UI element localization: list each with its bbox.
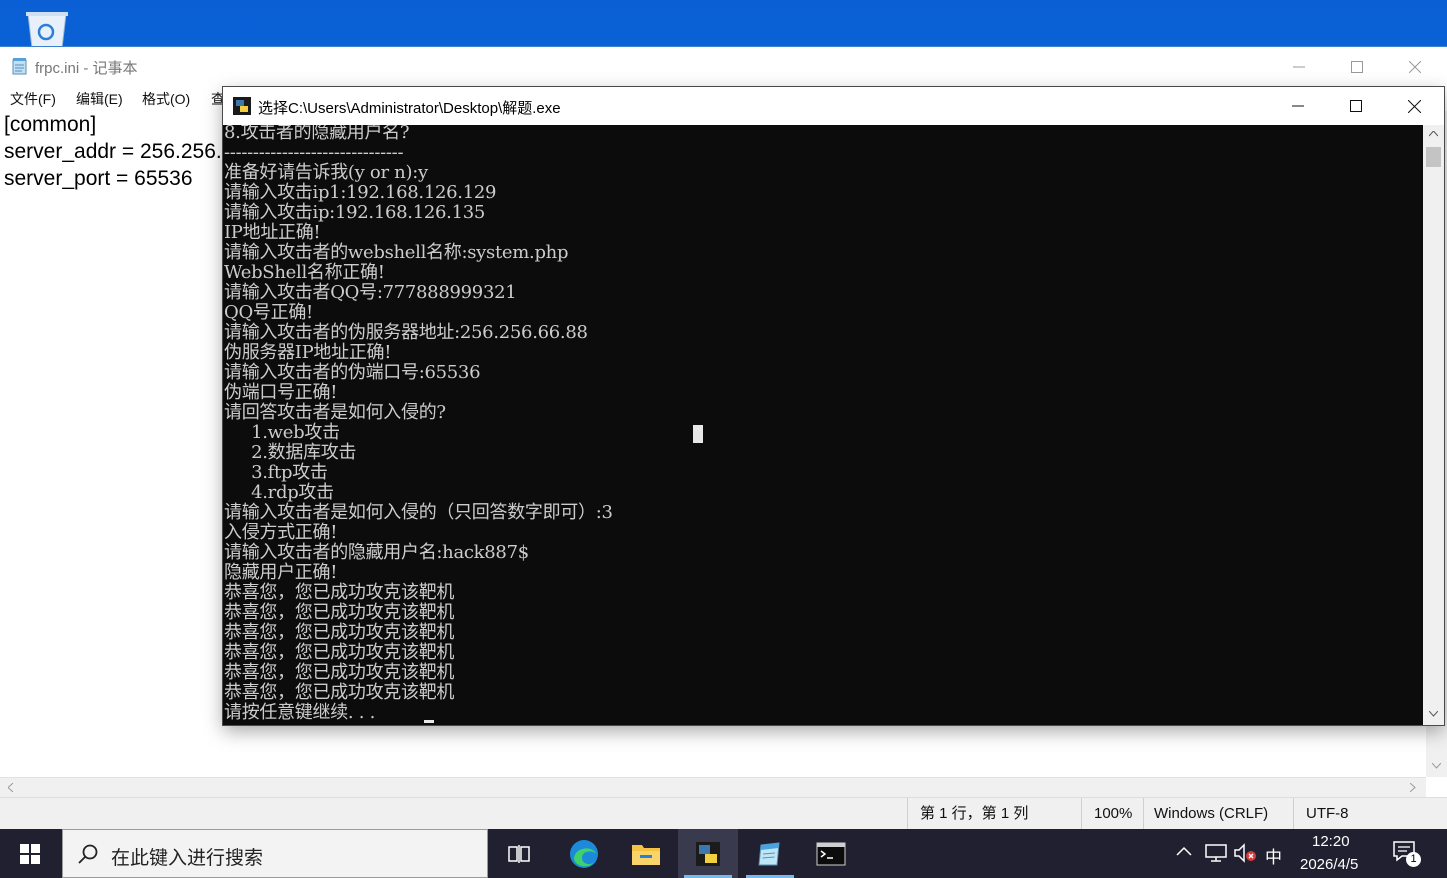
search-placeholder: 在此键入进行搜索	[111, 848, 264, 869]
console-line: 恭喜您，您已成功攻克该靶机	[224, 662, 455, 683]
maximize-icon	[1350, 100, 1362, 112]
python-exe-icon	[233, 97, 251, 115]
file-explorer-icon	[632, 844, 660, 865]
console-line: 2.数据库攻击	[224, 442, 357, 463]
recycle-bin-icon[interactable]	[22, 8, 72, 49]
status-encoding: UTF-8	[1293, 798, 1447, 830]
clock-date[interactable]: 2026/4/5	[1300, 856, 1358, 873]
editor-line: server_addr = 256.256.	[4, 140, 222, 163]
notepad-icon	[758, 841, 780, 865]
console-line: 隐藏用户正确!	[224, 562, 338, 583]
console-line: 8.攻击者的隐藏用户名?	[224, 125, 410, 143]
console-line: 恭喜您，您已成功攻克该靶机	[224, 582, 455, 603]
taskbar-file-explorer[interactable]	[616, 829, 676, 878]
console-line: 4.rdp攻击	[224, 482, 334, 503]
console-line: 准备好请告诉我(y or n):y	[224, 162, 428, 183]
console-line: 1.web攻击	[224, 422, 340, 443]
taskbar: 在此键入进行搜索 中 12:20 2026/4/5 1	[0, 829, 1447, 878]
chevron-up-icon[interactable]	[1176, 845, 1192, 857]
console-vertical-scrollbar[interactable]	[1423, 125, 1444, 725]
close-button[interactable]	[1386, 47, 1444, 87]
console-line: 恭喜您，您已成功攻克该靶机	[224, 642, 455, 663]
task-view-icon	[508, 844, 530, 863]
notification-center-button[interactable]: 1	[1392, 839, 1426, 869]
menu-format[interactable]: 格式(O)	[142, 89, 190, 109]
status-position: 第 1 行，第 1 列	[907, 798, 1081, 830]
notepad-horizontal-scrollbar[interactable]	[0, 777, 1426, 798]
menu-file[interactable]: 文件(F)	[10, 89, 56, 109]
console-line: 伪服务器IP地址正确!	[224, 342, 392, 363]
network-icon[interactable]	[1205, 843, 1227, 863]
console-line: 恭喜您，您已成功攻克该靶机	[224, 622, 455, 643]
close-icon	[1407, 99, 1421, 113]
console-line: 请输入攻击者的webshell名称:system.php	[224, 242, 569, 263]
scroll-right-icon[interactable]	[1410, 783, 1416, 792]
console-line: QQ号正确!	[224, 302, 313, 323]
notepad-icon	[11, 57, 29, 75]
console-line: 请输入攻击者QQ号:777888999321	[224, 282, 517, 303]
notepad-title: frpc.ini - 记事本	[35, 60, 138, 77]
start-button[interactable]	[0, 829, 60, 878]
console-line: 3.ftp攻击	[224, 462, 328, 483]
console-line: 请按任意键继续. . .	[224, 702, 376, 723]
console-output[interactable]: 8.攻击者的隐藏用户名? ---------------------------…	[223, 125, 1423, 725]
console-title: 选择C:\Users\Administrator\Desktop\解题.exe	[258, 100, 561, 117]
console-line: 恭喜您，您已成功攻克该靶机	[224, 602, 455, 623]
console-line: 请输入攻击者的隐藏用户名:hack887$	[224, 542, 529, 563]
taskbar-terminal[interactable]	[801, 829, 861, 878]
console-line: 请输入攻击者是如何入侵的（只回答数字即可）:3	[224, 502, 613, 523]
volume-muted-icon[interactable]	[1234, 843, 1258, 863]
console-line: 请输入攻击者的伪端口号:65536	[224, 362, 481, 383]
mouse-text-cursor	[693, 425, 703, 443]
notepad-titlebar[interactable]: frpc.ini - 记事本	[0, 47, 1447, 87]
console-line: 入侵方式正确!	[224, 522, 338, 543]
minimize-icon	[1292, 105, 1304, 107]
minimize-button[interactable]	[1270, 47, 1328, 87]
search-icon	[78, 844, 98, 864]
status-zoom: 100%	[1081, 798, 1143, 830]
console-scroll-thumb[interactable]	[1426, 147, 1441, 167]
console-line: 请输入攻击者的伪服务器地址:256.256.66.88	[224, 322, 588, 343]
console-line: 请输入攻击ip1:192.168.126.129	[224, 182, 497, 203]
console-lines: 8.攻击者的隐藏用户名? ---------------------------…	[224, 125, 613, 723]
scroll-down-icon[interactable]	[1432, 763, 1441, 769]
console-line: IP地址正确!	[224, 222, 321, 243]
taskbar-notepad[interactable]	[740, 829, 800, 878]
taskbar-edge[interactable]	[554, 829, 614, 878]
console-titlebar[interactable]: 选择C:\Users\Administrator\Desktop\解题.exe	[223, 87, 1444, 125]
minimize-icon	[1293, 66, 1305, 68]
menu-edit[interactable]: 编辑(E)	[76, 89, 123, 109]
console-maximize-button[interactable]	[1327, 87, 1385, 125]
console-close-button[interactable]	[1385, 87, 1443, 125]
python-exe-icon	[696, 841, 720, 866]
console-window: 选择C:\Users\Administrator\Desktop\解题.exe …	[223, 87, 1444, 725]
console-line: 请输入攻击ip:192.168.126.135	[224, 202, 486, 223]
editor-line: server_port = 65536	[4, 167, 193, 190]
editor-line: [common]	[4, 113, 97, 136]
clock-time[interactable]: 12:20	[1312, 833, 1350, 850]
task-view-button[interactable]	[490, 829, 550, 878]
scroll-down-icon[interactable]	[1429, 711, 1438, 717]
status-line-ending: Windows (CRLF)	[1143, 798, 1293, 830]
console-caret	[424, 720, 434, 723]
edge-icon	[570, 839, 598, 868]
terminal-icon	[816, 842, 846, 865]
scroll-up-icon[interactable]	[1429, 131, 1438, 137]
taskbar-python-exe[interactable]	[678, 829, 738, 878]
console-minimize-button[interactable]	[1269, 87, 1327, 125]
console-line: 恭喜您，您已成功攻克该靶机	[224, 682, 455, 703]
windows-logo-icon	[20, 843, 40, 864]
maximize-button[interactable]	[1328, 47, 1386, 87]
console-line: 请回答攻击者是如何入侵的?	[224, 402, 446, 423]
scroll-left-icon[interactable]	[8, 783, 14, 792]
close-icon	[1409, 61, 1421, 73]
console-line: WebShell名称正确!	[224, 262, 385, 283]
taskbar-search-box[interactable]: 在此键入进行搜索	[62, 829, 488, 878]
console-line: 伪端口号正确!	[224, 382, 338, 403]
ime-indicator[interactable]: 中	[1265, 843, 1282, 868]
console-line: -------------------------------	[224, 142, 404, 163]
maximize-icon	[1351, 61, 1363, 73]
notepad-statusbar: 第 1 行，第 1 列 100% Windows (CRLF) UTF-8	[0, 797, 1447, 830]
notification-badge: 1	[1406, 852, 1421, 867]
